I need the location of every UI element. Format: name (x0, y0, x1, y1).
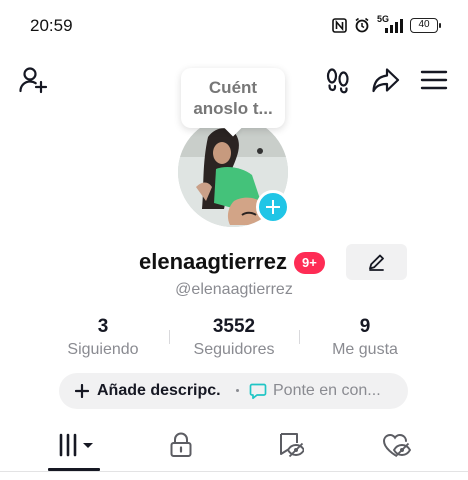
menu-icon[interactable] (416, 62, 452, 98)
battery-level: 40 (418, 18, 430, 30)
stat-value: 3 (97, 316, 109, 337)
stat-label: Me gusta (332, 341, 398, 358)
tabs-divider (0, 471, 468, 472)
stat-value: 9 (359, 316, 371, 337)
tab-private[interactable] (122, 422, 239, 468)
separator-dot (236, 389, 239, 392)
pencil-icon (368, 254, 384, 271)
chat-bubble-icon (249, 383, 267, 400)
hidden-reposts-icon (279, 433, 304, 458)
alarm-icon (354, 17, 370, 33)
edit-profile-button[interactable] (346, 244, 407, 280)
share-icon[interactable] (368, 62, 404, 98)
contact-label: Ponte en con... (273, 382, 381, 399)
tooltip-line-1: Cuént (208, 78, 258, 97)
add-friend-icon[interactable] (15, 62, 51, 98)
status-icons: 5G 40 (332, 14, 441, 33)
user-handle: @elenaagtierrez (175, 281, 293, 298)
stat-likes[interactable]: 9 Me gusta (300, 316, 430, 359)
status-bar: 20:59 5G 40 (0, 0, 468, 52)
profile-actions: Añade descripc. Ponte en con... (59, 373, 408, 409)
status-time: 20:59 (30, 16, 73, 35)
profile-stats: 3 Siguiendo 3552 Seguidores 9 Me gusta (38, 316, 430, 362)
battery-icon: 40 (410, 17, 441, 33)
username: elenaagtierrez (139, 249, 287, 274)
contact-button[interactable]: Ponte en con... (249, 373, 381, 409)
nfc-icon (332, 17, 347, 33)
stat-followers[interactable]: 3552 Seguidores (169, 316, 299, 359)
tooltip-line-2: anoslo t... (193, 99, 273, 118)
stat-label: Siguiendo (67, 341, 139, 358)
hidden-heart-icon (382, 434, 411, 458)
tab-videos[interactable] (16, 422, 133, 468)
lock-icon (170, 432, 191, 457)
profile-tabs (0, 422, 468, 472)
footprints-icon[interactable] (320, 62, 356, 98)
tab-liked[interactable] (337, 422, 454, 468)
story-tooltip[interactable]: Cuént anoslo t... (181, 68, 285, 128)
signal-icon: 5G (377, 14, 403, 33)
add-description-button[interactable]: Añade descripc. (75, 373, 221, 409)
notification-badge[interactable]: 9+ (294, 252, 325, 274)
add-description-label: Añade descripc. (97, 382, 221, 399)
network-label: 5G (376, 13, 389, 24)
stat-following[interactable]: 3 Siguiendo (38, 316, 168, 359)
add-avatar-button[interactable] (256, 190, 290, 224)
stat-value: 3552 (212, 316, 256, 337)
stat-label: Seguidores (193, 341, 275, 358)
tab-reposts[interactable] (231, 422, 348, 468)
plus-icon (75, 384, 89, 398)
grid-icon (59, 433, 93, 457)
